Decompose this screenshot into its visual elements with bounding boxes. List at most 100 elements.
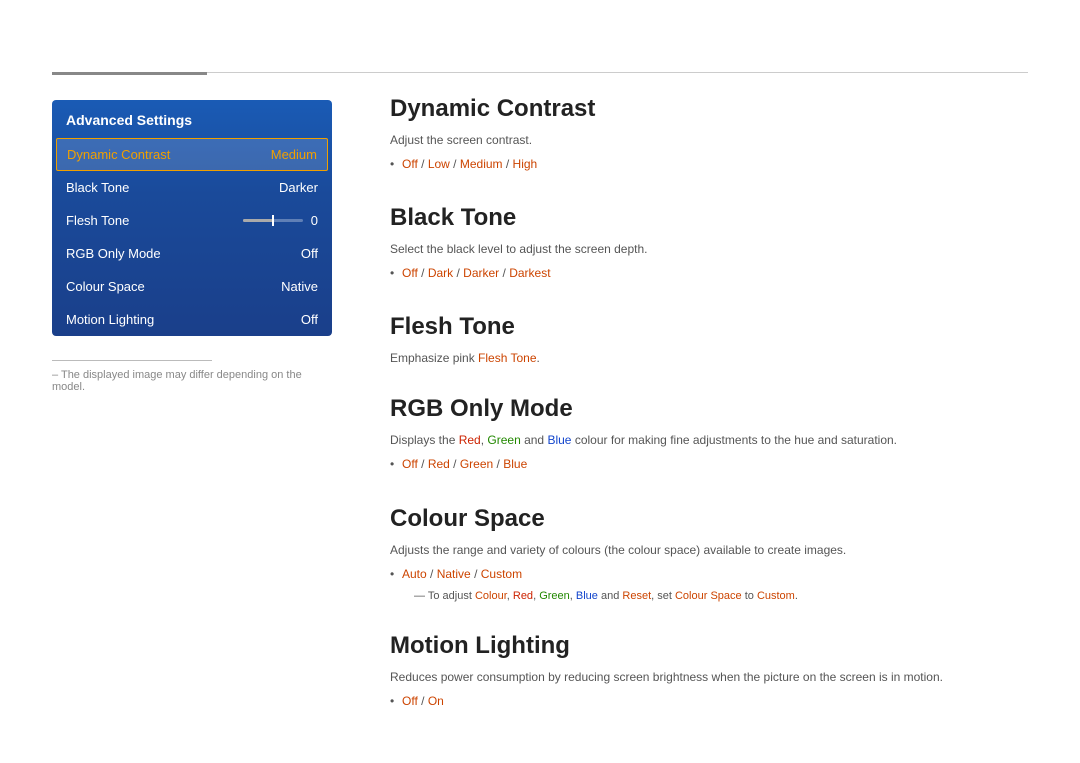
flesh-tone-value: 0: [311, 213, 318, 228]
footnote-area: – The displayed image may differ dependi…: [52, 360, 332, 393]
colour-space-subnote: To adjust Colour, Red, Green, Blue and R…: [390, 588, 1028, 605]
rgb-desc-3: and: [521, 433, 548, 447]
top-divider-accent: [52, 72, 207, 75]
section-title-rgb-only-mode: RGB Only Mode: [390, 395, 1028, 423]
menu-item-flesh-tone[interactable]: Flesh Tone 0: [52, 204, 332, 237]
option-item: Off / Dark / Darker / Darkest: [390, 262, 1028, 285]
flesh-tone-desc-text: Emphasize pink: [390, 351, 478, 365]
section-desc-flesh-tone: Emphasize pink Flesh Tone.: [390, 349, 1028, 367]
option-on: On: [428, 694, 444, 708]
option-item: Off / Red / Green / Blue: [390, 453, 1028, 476]
advanced-settings-box: Advanced Settings Dynamic Contrast Mediu…: [52, 100, 332, 336]
rgb-desc-green: Green: [487, 433, 520, 447]
section-title-flesh-tone: Flesh Tone: [390, 313, 1028, 341]
menu-item-value-motion-lighting: Off: [301, 312, 318, 327]
option-custom: Custom: [481, 567, 522, 581]
left-panel: Advanced Settings Dynamic Contrast Mediu…: [52, 100, 332, 336]
sep: /: [421, 694, 428, 708]
footnote-text: – The displayed image may differ dependi…: [52, 369, 332, 393]
section-rgb-only-mode: RGB Only Mode Displays the Red, Green an…: [390, 395, 1028, 476]
option-off: Off: [402, 694, 418, 708]
sep: /: [453, 457, 460, 471]
option-off: Off: [402, 266, 418, 280]
option-list-colour-space: Auto / Native / Custom: [390, 563, 1028, 586]
section-flesh-tone: Flesh Tone Emphasize pink Flesh Tone.: [390, 313, 1028, 367]
subnote-colour-space: Colour Space: [675, 590, 742, 602]
option-auto: Auto: [402, 567, 427, 581]
menu-item-value-black-tone: Darker: [279, 180, 318, 195]
menu-item-motion-lighting[interactable]: Motion Lighting Off: [52, 303, 332, 336]
subnote-red: Red: [513, 590, 533, 602]
subnote-1: To adjust: [428, 590, 475, 602]
option-list-black-tone: Off / Dark / Darker / Darkest: [390, 262, 1028, 285]
sep: /: [474, 567, 481, 581]
section-desc-dynamic-contrast: Adjust the screen contrast.: [390, 131, 1028, 149]
section-dynamic-contrast: Dynamic Contrast Adjust the screen contr…: [390, 95, 1028, 176]
option-item: Auto / Native / Custom: [390, 563, 1028, 586]
subnote-colour: Colour: [475, 590, 507, 602]
option-list-rgb-only-mode: Off / Red / Green / Blue: [390, 453, 1028, 476]
flesh-tone-desc-end: .: [537, 351, 540, 365]
menu-item-value-rgb-only-mode: Off: [301, 246, 318, 261]
flesh-tone-slider-container: 0: [243, 213, 318, 228]
menu-item-colour-space[interactable]: Colour Space Native: [52, 270, 332, 303]
menu-item-value-colour-space: Native: [281, 279, 318, 294]
option-high: High: [513, 157, 538, 171]
section-desc-motion-lighting: Reduces power consumption by reducing sc…: [390, 668, 1028, 686]
option-off: Off: [402, 157, 418, 171]
rgb-desc-blue: Blue: [547, 433, 571, 447]
sep: /: [506, 157, 513, 171]
subnote-green: Green: [539, 590, 570, 602]
right-content: Dynamic Contrast Adjust the screen contr…: [390, 95, 1028, 741]
section-motion-lighting: Motion Lighting Reduces power consumptio…: [390, 632, 1028, 713]
option-list-dynamic-contrast: Off / Low / Medium / High: [390, 153, 1028, 176]
subnote-6: , set: [651, 590, 675, 602]
menu-item-black-tone[interactable]: Black Tone Darker: [52, 171, 332, 204]
menu-item-label-motion-lighting: Motion Lighting: [66, 312, 154, 327]
option-blue: Blue: [503, 457, 527, 471]
option-off: Off: [402, 457, 418, 471]
option-dark: Dark: [428, 266, 453, 280]
option-item: Off / Low / Medium / High: [390, 153, 1028, 176]
section-desc-rgb-only-mode: Displays the Red, Green and Blue colour …: [390, 431, 1028, 449]
option-darkest: Darkest: [509, 266, 550, 280]
menu-item-label-dynamic-contrast: Dynamic Contrast: [67, 147, 170, 162]
section-title-dynamic-contrast: Dynamic Contrast: [390, 95, 1028, 123]
rgb-desc-red: Red: [459, 433, 481, 447]
subnote-5: and: [598, 590, 622, 602]
option-darker: Darker: [463, 266, 499, 280]
option-medium: Medium: [460, 157, 503, 171]
sep: /: [421, 266, 428, 280]
menu-item-rgb-only-mode[interactable]: RGB Only Mode Off: [52, 237, 332, 270]
subnote-8: .: [795, 590, 798, 602]
menu-item-label-rgb-only-mode: RGB Only Mode: [66, 246, 161, 261]
sep: /: [430, 567, 437, 581]
subnote-reset: Reset: [622, 590, 651, 602]
sep: /: [453, 157, 460, 171]
subnote-7: to: [742, 590, 757, 602]
footnote-divider: [52, 360, 212, 361]
subnote-custom: Custom: [757, 590, 795, 602]
subnote-blue: Blue: [576, 590, 598, 602]
rgb-desc-1: Displays the: [390, 433, 459, 447]
menu-item-label-flesh-tone: Flesh Tone: [66, 213, 129, 228]
sep: /: [421, 457, 428, 471]
section-title-colour-space: Colour Space: [390, 505, 1028, 533]
section-title-motion-lighting: Motion Lighting: [390, 632, 1028, 660]
option-list-motion-lighting: Off / On: [390, 690, 1028, 713]
flesh-tone-slider-fill: [243, 219, 273, 222]
option-green: Green: [460, 457, 493, 471]
flesh-tone-slider-bar[interactable]: [243, 219, 303, 222]
option-low: Low: [428, 157, 450, 171]
section-colour-space: Colour Space Adjusts the range and varie…: [390, 505, 1028, 605]
sep: /: [421, 157, 428, 171]
option-red: Red: [428, 457, 450, 471]
advanced-settings-title: Advanced Settings: [52, 100, 332, 138]
menu-item-value-dynamic-contrast: Medium: [271, 147, 317, 162]
flesh-tone-slider-thumb: [272, 215, 274, 226]
menu-item-dynamic-contrast[interactable]: Dynamic Contrast Medium: [56, 138, 328, 171]
section-black-tone: Black Tone Select the black level to adj…: [390, 204, 1028, 285]
menu-item-label-colour-space: Colour Space: [66, 279, 145, 294]
section-desc-colour-space: Adjusts the range and variety of colours…: [390, 541, 1028, 559]
option-native: Native: [437, 567, 471, 581]
